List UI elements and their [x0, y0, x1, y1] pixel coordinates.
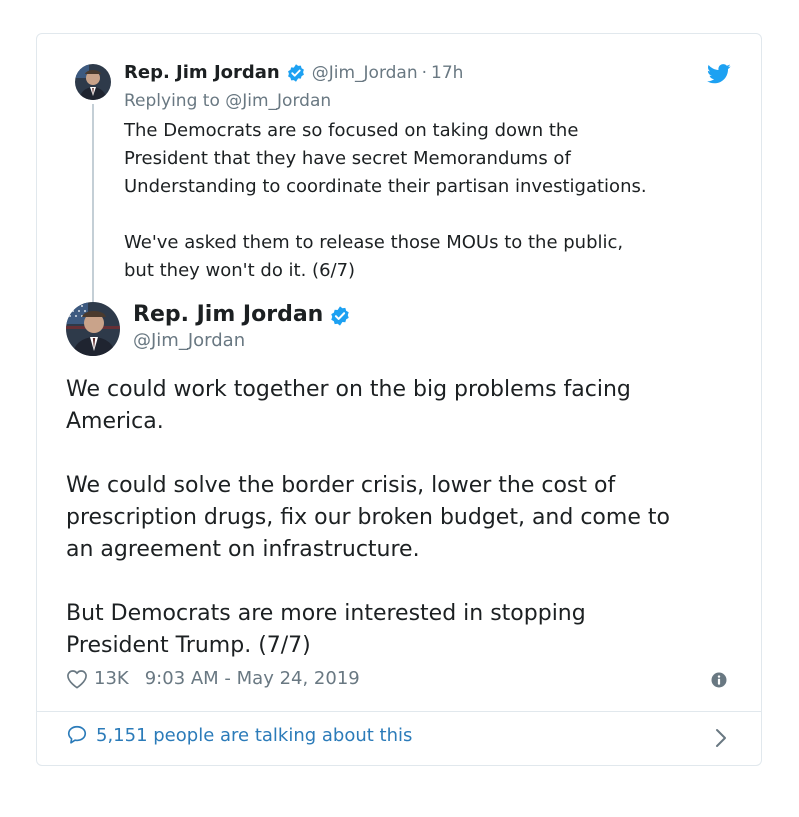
parent-avatar[interactable]	[75, 64, 111, 100]
separator-dot: ·	[421, 62, 428, 83]
parent-header: Rep. Jim Jordan @Jim_Jordan · 17h	[124, 62, 463, 83]
conversation-link[interactable]: 5,151 people are talking about this	[66, 724, 736, 746]
main-author-name-text[interactable]: Rep. Jim Jordan	[133, 302, 323, 327]
replying-to-label[interactable]: Replying to @Jim_Jordan	[124, 91, 331, 111]
thread-connector-line	[92, 104, 94, 302]
chevron-right-icon[interactable]	[715, 728, 727, 748]
parent-timestamp[interactable]: 17h	[431, 63, 463, 83]
speech-bubble-icon	[66, 724, 88, 746]
embedded-tweet-card: Rep. Jim Jordan @Jim_Jordan · 17h Replyi…	[36, 33, 762, 766]
tweet-timestamp[interactable]: 9:03 AM - May 24, 2019	[145, 668, 360, 689]
tweet-meta: 13K 9:03 AM - May 24, 2019	[66, 668, 736, 689]
conversation-count-label[interactable]: 5,151 people are talking about this	[96, 725, 412, 746]
footer-divider	[37, 711, 761, 712]
parent-handle[interactable]: @Jim_Jordan	[312, 63, 418, 83]
main-author-name: Rep. Jim Jordan	[133, 302, 355, 327]
like-count[interactable]: 13K	[94, 668, 129, 689]
parent-author-name[interactable]: Rep. Jim Jordan	[124, 62, 280, 83]
info-icon[interactable]	[711, 672, 727, 688]
main-tweet-text: We could work together on the big proble…	[66, 377, 670, 658]
twitter-bird-icon[interactable]	[706, 64, 731, 84]
main-avatar[interactable]	[66, 302, 120, 356]
heart-icon[interactable]	[66, 669, 88, 689]
main-handle[interactable]: @Jim_Jordan	[133, 330, 245, 351]
verified-badge-icon	[286, 63, 306, 83]
parent-tweet-text: The Democrats are so focused on taking d…	[124, 120, 647, 281]
verified-badge-icon	[329, 305, 350, 326]
